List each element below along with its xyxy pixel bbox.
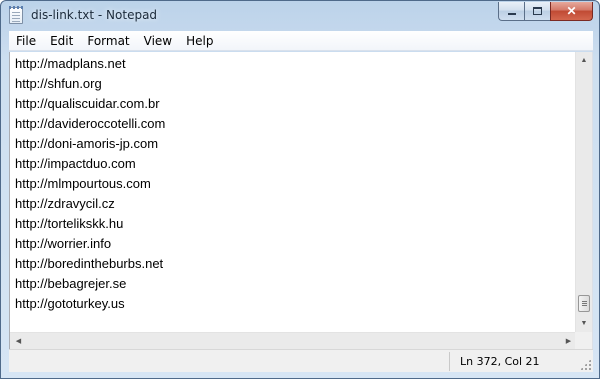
text-line: http://madplans.net [15, 56, 126, 71]
menu-format[interactable]: Format [80, 31, 136, 51]
menu-view-label: View [143, 33, 173, 48]
status-divider [449, 352, 450, 371]
text-line: http://qualiscuidar.com.br [15, 96, 160, 111]
menu-file-label: File [16, 33, 37, 48]
scroll-down-button[interactable]: ▼ [576, 315, 592, 332]
text-line: http://worrier.info [15, 236, 112, 251]
text-line: http://mlmpourtous.com [15, 176, 151, 191]
menu-edit-label: Edit [50, 33, 74, 48]
chevron-right-icon: ▶ [565, 338, 572, 345]
menu-view[interactable]: View [137, 31, 179, 51]
caption-buttons: ✕ [498, 2, 593, 21]
window-title: dis-link.txt - Notepad [31, 8, 158, 22]
text-line: http://tortelikskk.hu [15, 216, 124, 231]
text-line: http://bebagrejer.se [15, 276, 127, 291]
scroll-left-button[interactable]: ◀ [10, 333, 27, 349]
menu-help[interactable]: Help [179, 31, 220, 51]
notepad-window: dis-link.txt - Notepad ✕ File Edit Forma… [0, 0, 600, 379]
status-bar: Ln 372, Col 21 [9, 349, 593, 372]
text-line: http://zdravycil.cz [15, 196, 115, 211]
text-area[interactable]: http://madplans.net http://shfun.org htt… [10, 52, 577, 332]
title-bar[interactable]: dis-link.txt - Notepad ✕ [1, 1, 599, 30]
text-line: http://shfun.org [15, 76, 102, 91]
menu-edit[interactable]: Edit [43, 31, 80, 51]
maximize-button[interactable] [524, 2, 550, 21]
horizontal-scrollbar[interactable]: ◀ ▶ [10, 332, 577, 349]
menu-file[interactable]: File [9, 31, 43, 51]
notepad-icon[interactable] [9, 6, 23, 24]
close-button[interactable]: ✕ [550, 2, 593, 21]
vertical-scrollbar[interactable]: ▲ ▼ [575, 52, 592, 332]
menu-help-label: Help [186, 33, 214, 48]
menu-bar: File Edit Format View Help [9, 31, 593, 51]
text-line: http://doni-amoris-jp.com [15, 136, 159, 151]
text-line: http://davideroccotelli.com [15, 116, 166, 131]
close-icon: ✕ [566, 4, 577, 18]
chevron-down-icon: ▼ [580, 320, 588, 327]
minimize-button[interactable] [498, 2, 524, 21]
scroll-up-button[interactable]: ▲ [576, 52, 592, 69]
text-line: http://impactduo.com [15, 156, 136, 171]
minimize-icon [507, 13, 516, 15]
text-line: http://boredintheburbs.net [15, 256, 164, 271]
chevron-left-icon: ◀ [15, 338, 22, 345]
text-line: http://gototurkey.us [15, 296, 125, 311]
maximize-icon [533, 7, 542, 15]
chevron-up-icon: ▲ [580, 57, 588, 64]
cursor-position: Ln 372, Col 21 [460, 355, 540, 368]
menu-format-label: Format [87, 33, 130, 48]
vertical-scroll-thumb[interactable] [578, 295, 590, 312]
resize-grip[interactable] [580, 359, 591, 370]
editor: http://madplans.net http://shfun.org htt… [9, 52, 593, 349]
scroll-corner [575, 332, 592, 349]
